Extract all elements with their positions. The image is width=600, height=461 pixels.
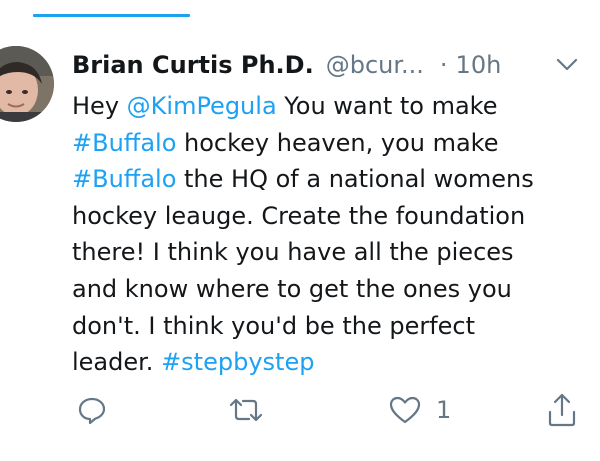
active-tab-indicator xyxy=(33,14,190,17)
tweet-timestamp[interactable]: 10h xyxy=(456,51,502,79)
tweet-text-segment: hockey heaven, you make xyxy=(176,128,499,157)
separator-dot: · xyxy=(439,51,448,79)
tweet-text-segment: Hey xyxy=(72,92,127,120)
author-display-name[interactable]: Brian Curtis Ph.D. xyxy=(72,51,314,79)
mention-link[interactable]: @KimPegula xyxy=(127,92,277,120)
like-icon xyxy=(388,394,422,426)
retweet-button[interactable] xyxy=(228,392,264,428)
chevron-down-icon[interactable] xyxy=(556,57,578,73)
author-handle[interactable]: @bcur... xyxy=(326,51,424,79)
tweet-text-line: hockey leauge. Create the foundation xyxy=(72,198,584,235)
hashtag-link[interactable]: #Buffalo xyxy=(72,165,176,193)
share-button[interactable] xyxy=(546,392,578,428)
tweet-text: Hey @KimPegula You want to make #Buffalo … xyxy=(72,88,584,381)
tweet-text-line: Hey @KimPegula You want to make xyxy=(72,88,584,125)
tweet-text-segment: the HQ of a national womens xyxy=(176,165,534,194)
reply-button[interactable] xyxy=(76,392,108,428)
tweet-text-segment: hockey leauge. Create the foundation xyxy=(72,201,526,230)
tweet-actions: 1 xyxy=(0,392,600,432)
hashtag-link[interactable]: #stepbystep xyxy=(161,348,314,376)
retweet-icon xyxy=(228,394,264,426)
tweet-text-line: don't. I think you'd be the perfect xyxy=(72,308,584,345)
tweet-text-line: #Buffalo the HQ of a national womens xyxy=(72,161,584,198)
tweet-text-line: there! I think you have all the pieces xyxy=(72,234,584,271)
tweet-text-line: and know where to get the ones you xyxy=(72,271,584,308)
tweet-text-segment: don't. I think you'd be the perfect xyxy=(72,311,476,340)
reply-icon xyxy=(76,394,108,426)
avatar-photo xyxy=(0,46,54,122)
tweet-header: Brian Curtis Ph.D. @bcur... · 10h xyxy=(72,48,501,82)
hashtag-link[interactable]: #Buffalo xyxy=(72,129,176,157)
tweet-text-segment: leader. xyxy=(72,348,162,377)
share-icon xyxy=(546,393,578,427)
tweet-text-line: leader. #stepbystep xyxy=(72,344,584,381)
tweet-text-line: #Buffalo hockey heaven, you make xyxy=(72,125,584,162)
tweet-text-segment: and know where to get the ones you xyxy=(72,274,512,303)
tweet-text-segment: You want to make xyxy=(276,92,498,120)
like-button[interactable]: 1 xyxy=(388,392,451,428)
tweet-text-segment: there! I think you have all the pieces xyxy=(72,238,514,267)
like-count: 1 xyxy=(436,396,452,424)
avatar[interactable] xyxy=(0,46,54,122)
